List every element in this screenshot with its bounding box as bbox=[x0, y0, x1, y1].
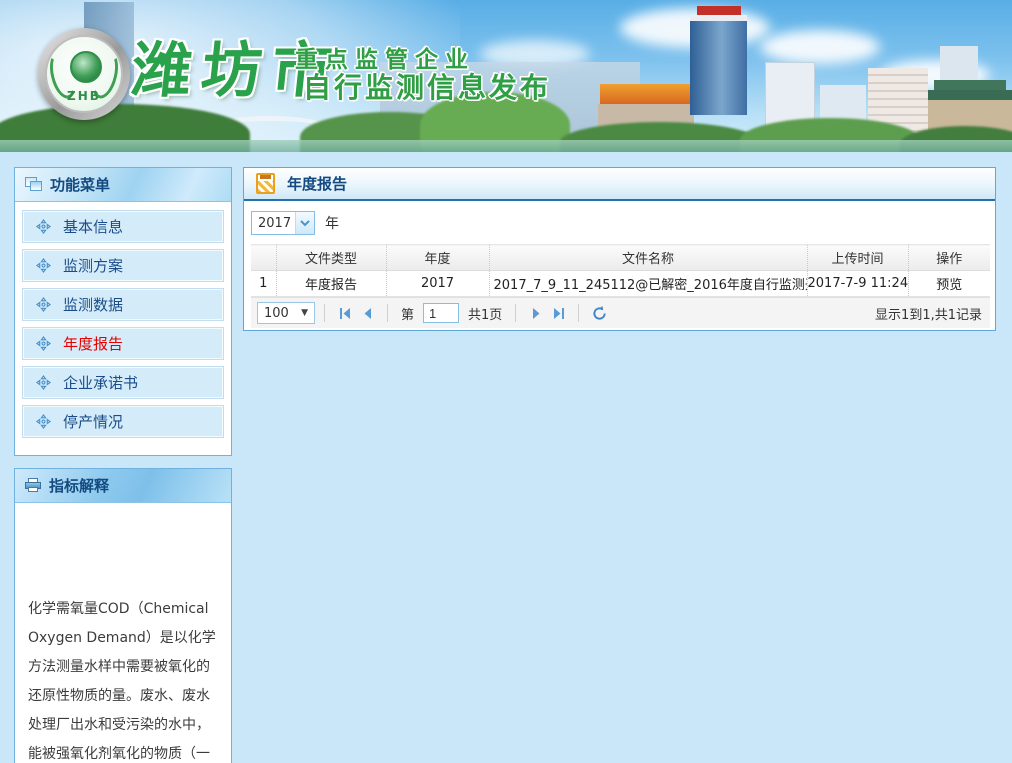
next-page-button[interactable] bbox=[525, 302, 547, 324]
indicator-panel: 指标解释 化学需氧量COD（Chemical Oxygen Demand）是以化… bbox=[14, 468, 232, 763]
page-prefix-label: 第 bbox=[401, 304, 414, 323]
divider bbox=[324, 304, 325, 322]
compass-arrows-icon bbox=[36, 336, 51, 351]
col-header-file-type: 文件类型 bbox=[276, 245, 386, 271]
compass-arrows-icon bbox=[36, 375, 51, 390]
sidebar-item-enterprise-commitment[interactable]: 企业承诺书 bbox=[23, 367, 223, 398]
page-size-value: 100 bbox=[264, 306, 289, 321]
divider bbox=[578, 304, 579, 322]
refresh-button[interactable] bbox=[588, 302, 610, 324]
last-page-button[interactable] bbox=[547, 302, 569, 324]
sidebar-item-label: 监测方案 bbox=[63, 255, 123, 276]
logo-text: ZHB bbox=[47, 89, 121, 103]
year-select[interactable]: 2017 bbox=[251, 211, 315, 235]
first-page-button[interactable] bbox=[334, 302, 356, 324]
annual-report-body: 2017 年 文件类型 年度 文件名称 上传时间 bbox=[244, 201, 995, 328]
globe-icon bbox=[70, 51, 102, 83]
page-size-select[interactable]: 100 ▼ bbox=[257, 302, 315, 324]
col-header-year: 年度 bbox=[386, 245, 489, 271]
records-summary: 显示1到1,共1记录 bbox=[875, 304, 982, 323]
year-select-value: 2017 bbox=[252, 216, 295, 231]
cloud bbox=[760, 30, 880, 64]
function-menu-header: 功能菜单 bbox=[15, 168, 231, 202]
banner-tower bbox=[690, 15, 747, 115]
divider bbox=[387, 304, 388, 322]
year-filter-row: 2017 年 bbox=[251, 208, 988, 238]
sidebar-item-monitoring-plan[interactable]: 监测方案 bbox=[23, 250, 223, 281]
indicator-header: 指标解释 bbox=[15, 469, 231, 503]
year-suffix-label: 年 bbox=[325, 213, 339, 233]
page-number-input[interactable] bbox=[423, 303, 459, 323]
windows-icon bbox=[25, 177, 43, 192]
col-header-file-name: 文件名称 bbox=[489, 245, 807, 271]
banner-billboard bbox=[600, 84, 692, 104]
indicator-text: 化学需氧量COD（Chemical Oxygen Demand）是以化学方法测量… bbox=[15, 503, 231, 763]
sidebar-item-annual-report[interactable]: 年度报告 bbox=[23, 328, 223, 359]
function-menu-title: 功能菜单 bbox=[50, 174, 110, 195]
prev-page-button[interactable] bbox=[356, 302, 378, 324]
clipboard-icon bbox=[256, 173, 275, 194]
sidebar-item-label: 监测数据 bbox=[63, 294, 123, 315]
table-header-row: 文件类型 年度 文件名称 上传时间 操作 bbox=[251, 245, 990, 271]
pagination-bar: 100 ▼ 第 共1页 bbox=[251, 297, 990, 328]
col-header-rownum bbox=[251, 245, 276, 271]
sidebar-item-label: 年度报告 bbox=[63, 333, 123, 354]
annual-report-table: 文件类型 年度 文件名称 上传时间 操作 1 年度报告 2017 2017_7_… bbox=[251, 244, 990, 297]
indicator-title: 指标解释 bbox=[49, 475, 109, 496]
annual-report-header: 年度报告 bbox=[244, 168, 995, 201]
cell-file-name: 2017_7_9_11_245112@已解密_2016年度自行监测开展情况年 bbox=[489, 271, 807, 297]
sidebar-item-monitoring-data[interactable]: 监测数据 bbox=[23, 289, 223, 320]
epa-logo: ZHB bbox=[38, 28, 130, 120]
sidebar-item-production-halt[interactable]: 停产情况 bbox=[23, 406, 223, 437]
sidebar-item-label: 停产情况 bbox=[63, 411, 123, 432]
cell-rownum: 1 bbox=[251, 271, 276, 297]
chevron-down-icon bbox=[295, 212, 314, 234]
banner: ZHB 潍坊市 重点监管企业 自行监测信息发布 bbox=[0, 0, 1012, 152]
compass-arrows-icon bbox=[36, 219, 51, 234]
epa-logo-disc: ZHB bbox=[45, 35, 123, 113]
page: ZHB 潍坊市 重点监管企业 自行监测信息发布 功能菜单 基本信息 监测方案 监… bbox=[0, 0, 1012, 763]
page-title: 年度报告 bbox=[287, 173, 347, 194]
preview-action[interactable]: 预览 bbox=[908, 271, 990, 297]
sidebar-item-label: 企业承诺书 bbox=[63, 372, 138, 393]
annual-report-panel: 年度报告 2017 年 文件类型 bbox=[243, 167, 996, 331]
table-row: 1 年度报告 2017 2017_7_9_11_245112@已解密_2016年… bbox=[251, 271, 990, 297]
cell-upload-time: 2017-7-9 11:24:13 bbox=[807, 271, 908, 297]
sidebar-item-basic-info[interactable]: 基本信息 bbox=[23, 211, 223, 242]
banner-tower-sign bbox=[697, 6, 741, 15]
sidebar-item-label: 基本信息 bbox=[63, 216, 123, 237]
col-header-action: 操作 bbox=[908, 245, 990, 271]
col-header-upload-time: 上传时间 bbox=[807, 245, 908, 271]
total-pages-label: 共1页 bbox=[468, 304, 502, 323]
cell-file-type: 年度报告 bbox=[276, 271, 386, 297]
divider bbox=[515, 304, 516, 322]
printer-icon bbox=[25, 478, 42, 493]
cell-year: 2017 bbox=[386, 271, 489, 297]
compass-arrows-icon bbox=[36, 414, 51, 429]
banner-water bbox=[0, 140, 1012, 152]
compass-arrows-icon bbox=[36, 258, 51, 273]
function-menu-panel: 功能菜单 基本信息 监测方案 监测数据 年度报告 企业承诺书 bbox=[14, 167, 232, 456]
triangle-down-icon: ▼ bbox=[301, 308, 308, 318]
compass-arrows-icon bbox=[36, 297, 51, 312]
menu-list: 基本信息 监测方案 监测数据 年度报告 企业承诺书 停产情况 bbox=[15, 202, 231, 446]
banner-subtitle-2: 自行监测信息发布 bbox=[303, 66, 551, 106]
